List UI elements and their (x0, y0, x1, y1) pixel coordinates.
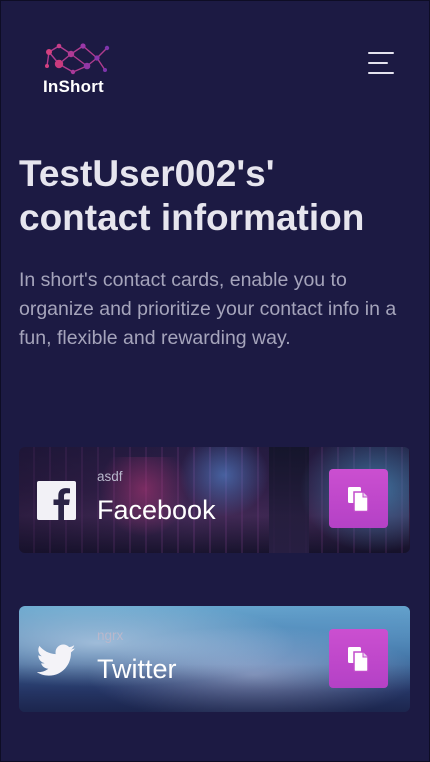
contact-card-facebook[interactable]: asdf Facebook (19, 447, 410, 553)
card-platform-name: Facebook (97, 495, 216, 525)
card-handle: ngrx (97, 628, 124, 643)
copy-icon (347, 646, 369, 672)
copy-icon (347, 486, 369, 512)
logo-text: InShort (43, 77, 104, 96)
page-subtitle: In short's contact cards, enable you to … (19, 269, 397, 349)
logo[interactable]: InShort (43, 42, 115, 98)
hamburger-menu-icon[interactable] (366, 50, 398, 76)
page-title: TestUser002's' contact information (19, 153, 365, 238)
copy-button[interactable] (329, 469, 388, 528)
facebook-icon (37, 481, 76, 520)
card-platform-name: Twitter (97, 654, 177, 684)
card-handle: asdf (97, 469, 123, 484)
contact-card-twitter[interactable]: ngrx Twitter (19, 606, 410, 712)
network-logo-icon (45, 43, 110, 75)
twitter-icon (36, 640, 76, 679)
copy-button[interactable] (329, 629, 388, 688)
